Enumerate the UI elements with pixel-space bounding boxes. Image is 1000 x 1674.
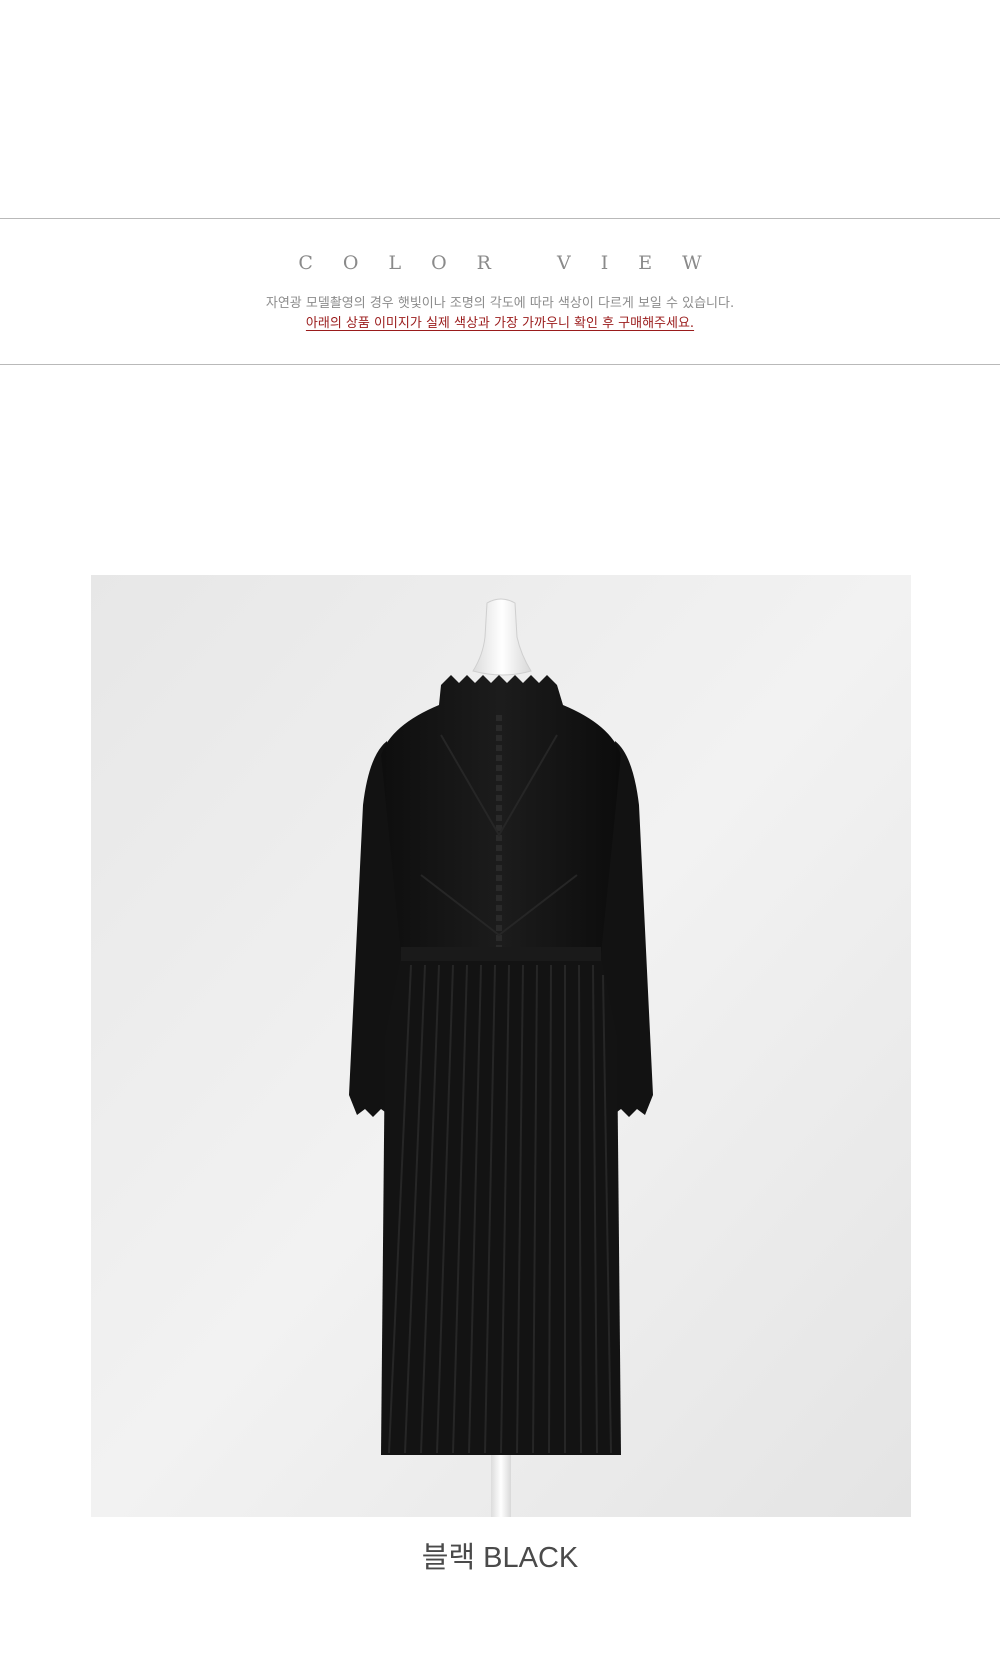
product-photo [91,575,911,1517]
color-accuracy-notice-text: 아래의 상품 이미지가 실제 색상과 가장 가까우니 확인 후 구매해주세요. [305,316,695,331]
bottom-divider [0,364,1000,365]
lighting-notice: 자연광 모델촬영의 경우 햇빛이나 조명의 각도에 따라 색상이 다르게 보일 … [265,296,735,311]
color-accuracy-notice: 아래의 상품 이미지가 실제 색상과 가장 가까우니 확인 후 구매해주세요. [0,312,1000,331]
dress-pleated-skirt [381,947,621,1455]
color-view-title: COLOR VIEW [298,252,732,274]
dress-bodice [381,675,621,955]
dress-illustration [91,575,911,1517]
top-divider [0,218,1000,219]
color-caption: 블랙 BLACK [421,1542,579,1574]
